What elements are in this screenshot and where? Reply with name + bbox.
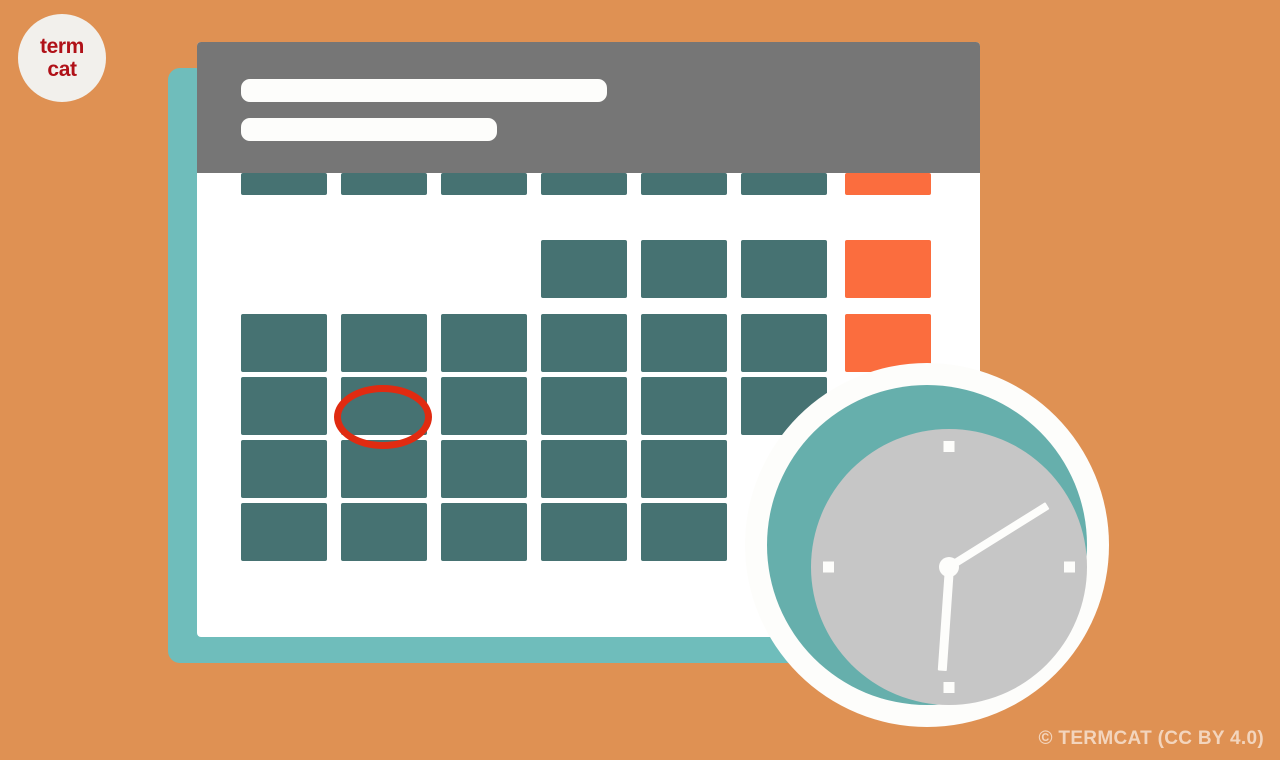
calendar-weekday-header-cell[interactable] — [541, 173, 627, 195]
calendar-day-cell[interactable] — [341, 503, 427, 561]
logo-line-cat: cat — [47, 58, 77, 81]
calendar-header-bar — [197, 42, 980, 173]
clock-center-pivot — [939, 557, 959, 577]
calendar-day-cell[interactable] — [441, 377, 527, 435]
calendar-day-cell[interactable] — [641, 314, 727, 372]
clock-tick-6-icon — [943, 682, 955, 693]
logo-line-term: term — [40, 35, 84, 58]
analog-clock — [745, 363, 1109, 727]
calendar-day-cell[interactable] — [541, 503, 627, 561]
clock-tick-3-icon — [1064, 561, 1075, 573]
calendar-weekday-header-cell[interactable] — [441, 173, 527, 195]
clock-tick-12-icon — [943, 441, 955, 452]
illustration-canvas: term cat © TERMCAT (CC BY 4.0) — [0, 0, 1280, 760]
calendar-day-cell[interactable] — [441, 503, 527, 561]
calendar-title-placeholder-bar — [241, 79, 607, 102]
calendar-day-cell[interactable] — [241, 503, 327, 561]
calendar-weekday-header-cell[interactable] — [845, 173, 931, 195]
termcat-logo: term cat — [18, 14, 106, 102]
clock-face — [811, 429, 1087, 705]
calendar-subtitle-placeholder-bar — [241, 118, 497, 141]
calendar-day-cell[interactable] — [541, 240, 627, 298]
calendar-day-cell[interactable] — [845, 240, 931, 298]
calendar-day-cell[interactable] — [641, 503, 727, 561]
calendar-weekday-header-cell[interactable] — [741, 173, 827, 195]
calendar-weekday-header-cell[interactable] — [341, 173, 427, 195]
calendar-day-cell[interactable] — [541, 440, 627, 498]
calendar-day-cell[interactable] — [241, 377, 327, 435]
calendar-day-cell[interactable] — [341, 314, 427, 372]
copyright-notice: © TERMCAT (CC BY 4.0) — [1038, 728, 1264, 749]
clock-hour-hand — [937, 566, 954, 672]
calendar-day-cell[interactable] — [741, 240, 827, 298]
clock-minute-hand — [946, 502, 1050, 571]
calendar-day-cell[interactable] — [441, 314, 527, 372]
clock-bezel — [767, 385, 1087, 705]
calendar-weekday-header-cell[interactable] — [641, 173, 727, 195]
calendar-day-cell[interactable] — [641, 240, 727, 298]
calendar-day-cell[interactable] — [541, 377, 627, 435]
clock-tick-9-icon — [823, 561, 834, 573]
selected-day-highlight-ring — [334, 385, 432, 449]
calendar-day-cell[interactable] — [441, 440, 527, 498]
calendar-day-cell[interactable] — [641, 440, 727, 498]
calendar-day-cell[interactable] — [641, 377, 727, 435]
calendar-day-cell[interactable] — [241, 314, 327, 372]
calendar-weekday-header-cell[interactable] — [241, 173, 327, 195]
calendar-day-cell[interactable] — [241, 440, 327, 498]
calendar-day-cell[interactable] — [541, 314, 627, 372]
